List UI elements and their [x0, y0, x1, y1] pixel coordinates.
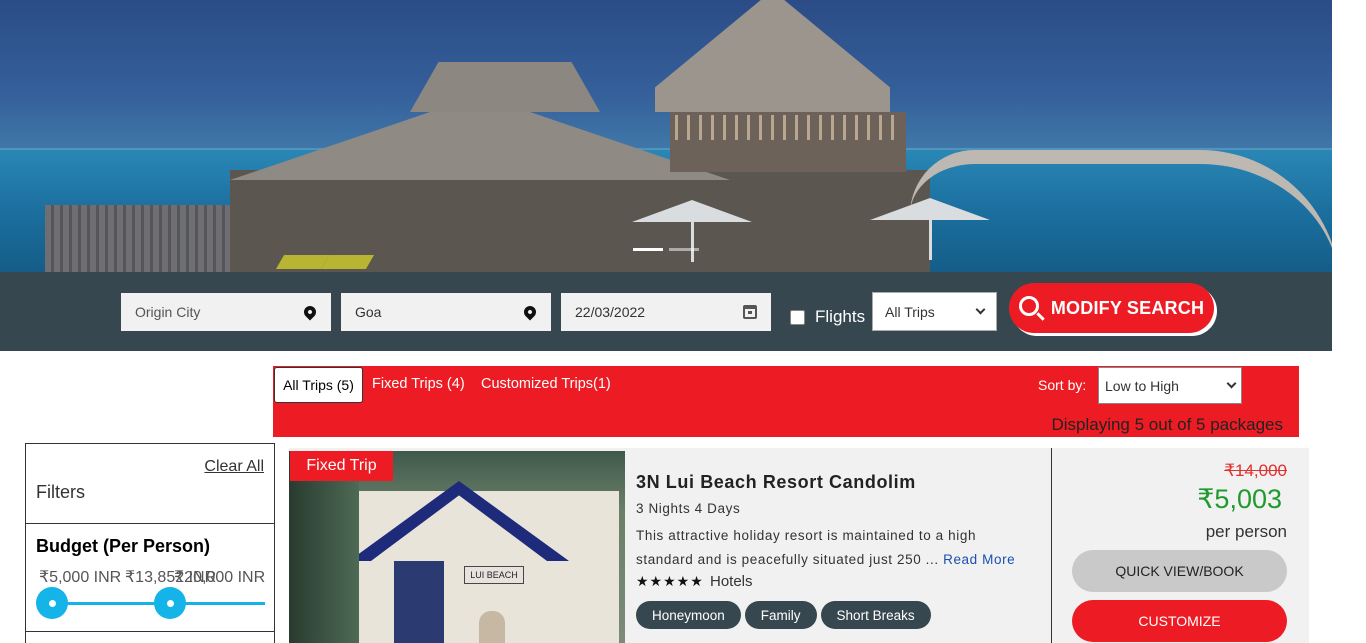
carousel-dot-1[interactable] — [633, 248, 663, 251]
results-count: Displaying 5 out of 5 packages — [1051, 415, 1283, 434]
lounger — [320, 255, 375, 269]
flights-toggle[interactable]: Flights — [790, 307, 865, 327]
budget-min-label: ₹5,000 INR — [39, 569, 122, 586]
package-description: This attractive holiday resort is mainta… — [636, 524, 1036, 572]
flights-label: Flights — [815, 307, 866, 326]
package-duration: 3 Nights 4 Days — [636, 501, 741, 516]
destination-value: Goa — [355, 304, 382, 320]
tower-railing — [675, 115, 900, 140]
discounted-price: ₹5,003 — [1197, 484, 1282, 514]
chip-short-breaks[interactable]: Short Breaks — [820, 601, 931, 629]
package-card: LUI BEACH Fixed Trip 3N Lui Beach Resort… — [289, 448, 1309, 643]
image-statue — [479, 611, 505, 643]
original-price: ₹14,000 — [1224, 461, 1287, 480]
divider — [26, 523, 274, 524]
filters-panel: Clear All Filters Budget (Per Person) ₹5… — [25, 443, 275, 643]
trip-type-value: All Trips — [885, 303, 935, 320]
chip-family[interactable]: Family — [744, 601, 817, 629]
quick-view-book-button[interactable]: QUICK VIEW/BOOK — [1072, 550, 1287, 592]
budget-max-label: ₹20,000 INR — [174, 569, 266, 586]
destination-input[interactable]: Goa — [341, 293, 551, 331]
star-rating: ★★★★★ — [636, 573, 704, 589]
map-pin-icon — [521, 303, 539, 321]
package-tags: Honeymoon Family Short Breaks — [636, 601, 931, 629]
divider — [1051, 448, 1052, 643]
chevron-down-icon — [975, 304, 986, 315]
filters-title: Filters — [36, 482, 85, 502]
trip-type-select[interactable]: All Trips — [872, 292, 997, 331]
clear-all-link[interactable]: Clear All — [204, 458, 264, 476]
date-input[interactable]: 22/03/2022 — [561, 293, 771, 331]
divider — [26, 631, 274, 632]
per-person-label: per person — [1205, 522, 1287, 541]
image-door — [394, 561, 444, 643]
hero-banner — [0, 0, 1332, 272]
origin-city-placeholder: Origin City — [135, 304, 201, 320]
budget-title: Budget (Per Person) — [36, 536, 211, 556]
modify-search-label: MODIFY SEARCH — [1050, 297, 1205, 318]
budget-slider-track[interactable] — [38, 602, 265, 605]
budget-slider-min-handle[interactable] — [36, 587, 68, 619]
chevron-down-icon — [1226, 378, 1237, 389]
search-bar: Origin City Goa 22/03/2022 Flights All T… — [0, 272, 1332, 351]
hotels-label: Hotels — [710, 573, 753, 590]
flights-checkbox[interactable] — [790, 309, 805, 325]
sort-label: Sort by: — [1038, 377, 1087, 393]
date-value: 22/03/2022 — [575, 304, 646, 320]
package-title[interactable]: 3N Lui Beach Resort Candolim — [636, 472, 916, 493]
carousel-dot-2[interactable] — [669, 248, 699, 251]
fixed-trip-tag: Fixed Trip — [290, 451, 393, 481]
origin-city-input[interactable]: Origin City — [121, 293, 331, 331]
tab-all-trips[interactable]: All Trips (5) — [274, 367, 363, 403]
tower-roof — [655, 0, 890, 112]
budget-slider-max-handle[interactable] — [154, 587, 186, 619]
modify-search-button[interactable]: MODIFY SEARCH — [1009, 283, 1214, 333]
trip-filter-bar: All Trips (5) Fixed Trips (4) Customized… — [273, 366, 1299, 437]
calendar-icon[interactable] — [743, 304, 757, 320]
customize-button[interactable]: CUSTOMIZE — [1072, 600, 1287, 642]
villa-roof-top — [410, 62, 600, 112]
sort-select[interactable]: Low to High — [1098, 367, 1242, 404]
read-more-link[interactable]: Read More — [943, 552, 1015, 567]
image-sign: LUI BEACH — [464, 566, 524, 584]
curved-walkway — [910, 150, 1332, 272]
umbrella-pole — [929, 220, 932, 260]
package-description-text: This attractive holiday resort is mainta… — [636, 528, 977, 567]
sort-value: Low to High — [1105, 377, 1179, 394]
tab-customized-trips[interactable]: Customized Trips(1) — [481, 376, 611, 392]
search-icon — [1018, 296, 1039, 316]
map-pin-icon — [301, 303, 319, 321]
chip-honeymoon[interactable]: Honeymoon — [636, 601, 741, 629]
umbrella-pole — [691, 222, 694, 262]
tab-fixed-trips[interactable]: Fixed Trips (4) — [372, 376, 465, 392]
